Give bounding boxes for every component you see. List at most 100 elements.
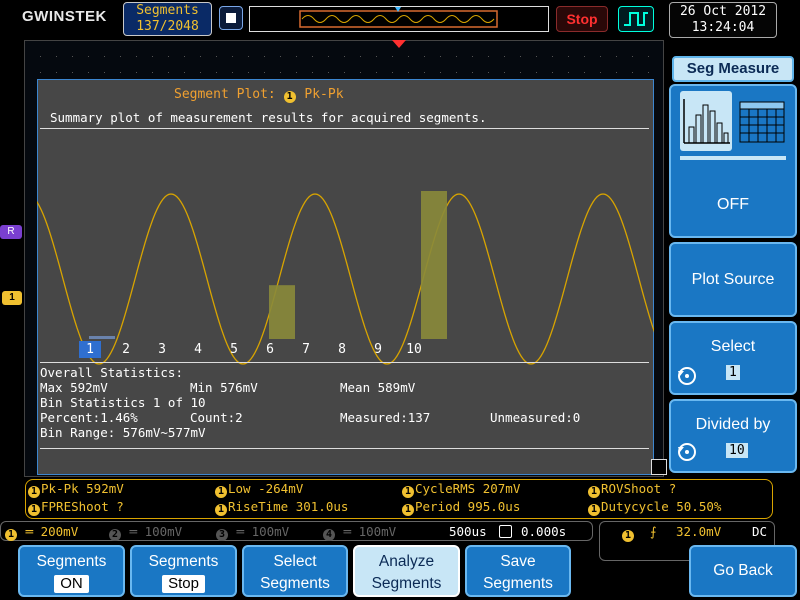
- ch4-status[interactable]: 4 ═ 100mV: [323, 524, 396, 541]
- stat-mean: Mean 589mV: [340, 380, 416, 395]
- ch2-status[interactable]: 2 ═ 100mV: [109, 524, 182, 541]
- ch1-icon: 1: [402, 486, 414, 498]
- trigger-level: 32.0mV: [676, 524, 722, 539]
- softkey-segments-on[interactable]: Segments ON: [18, 545, 125, 597]
- measurement-item[interactable]: 1 CycleRMS 207mV: [402, 481, 520, 498]
- table-icon[interactable]: [739, 101, 785, 143]
- measurement-item[interactable]: 1 RiseTime 301.0us: [215, 499, 348, 516]
- histogram-bar[interactable]: [421, 191, 447, 339]
- bin-label[interactable]: 8: [331, 341, 353, 358]
- softkey-go-back[interactable]: Go Back: [689, 545, 797, 597]
- ch1-ground-marker[interactable]: 1: [2, 291, 22, 305]
- measurement-item[interactable]: 1 ROVShoot ?: [588, 481, 676, 498]
- bin-label[interactable]: 1: [79, 341, 101, 358]
- softkey-line1: Segments: [36, 553, 107, 570]
- stat-bin-range: Bin Range: 576mV~577mV: [40, 425, 206, 440]
- softkey-line2: Segments: [371, 575, 442, 592]
- stat-count: Count:2: [190, 410, 243, 425]
- datetime-display: 26 Oct 2012 13:24:04: [669, 2, 777, 38]
- rising-edge-icon: ⨍: [650, 524, 657, 539]
- bin-stats-title: Bin Statistics 1 of 10: [40, 395, 206, 410]
- ch1-icon: 1: [402, 504, 414, 516]
- select-label: Select: [710, 338, 756, 355]
- plot-mode-button[interactable]: OFF: [669, 84, 797, 238]
- rotate-knob-icon: [676, 441, 698, 468]
- statistics-block: Overall Statistics: Max 592mV Min 576mV …: [40, 365, 640, 440]
- softkey-line1: Select: [273, 553, 317, 570]
- divided-value[interactable]: 10: [726, 443, 748, 458]
- ch1-icon: 1: [588, 504, 600, 516]
- segments-indicator: Segments 137/2048: [123, 2, 212, 36]
- selection-underline: [680, 156, 786, 160]
- horizontal-position[interactable]: 0.000s: [521, 524, 566, 539]
- ch1-icon: 1: [215, 504, 227, 516]
- softkey-select-segments[interactable]: Select Segments: [242, 545, 348, 597]
- select-bin-button[interactable]: Select 1: [669, 321, 797, 395]
- ch1-status[interactable]: 1 ═ 200mV: [5, 524, 78, 541]
- waveform-overview[interactable]: [249, 6, 549, 32]
- divided-by-button[interactable]: Divided by 10: [669, 399, 797, 473]
- stat-measured: Measured:137: [340, 410, 431, 425]
- bin-label[interactable]: 7: [295, 341, 317, 358]
- ch1-scale: 200mV: [40, 524, 79, 539]
- stat-unmeasured: Unmeasured:0: [490, 410, 581, 425]
- plot-measurement: Pk-Pk: [304, 87, 344, 102]
- stat-min: Min 576mV: [190, 380, 258, 395]
- ch3-status[interactable]: 3 ═ 100mV: [216, 524, 289, 541]
- bin-label[interactable]: 3: [151, 341, 173, 358]
- histogram-bar[interactable]: [269, 285, 295, 339]
- measurement-item[interactable]: 1 Pk-Pk 592mV: [28, 481, 124, 498]
- ch1-icon: 1: [215, 486, 227, 498]
- ch3-scale: 100mV: [251, 524, 290, 539]
- plot-source-button[interactable]: Plot Source: [669, 242, 797, 317]
- bin-label[interactable]: 4: [187, 341, 209, 358]
- measurement-value: CycleRMS 207mV: [415, 481, 521, 496]
- histogram-bar[interactable]: [89, 336, 115, 339]
- seg-measure-title: Seg Measure: [672, 56, 794, 82]
- run-state-button[interactable]: Stop: [556, 6, 608, 32]
- bin-label[interactable]: 9: [367, 341, 389, 358]
- softkey-line2: ON: [54, 575, 89, 593]
- measurement-item[interactable]: 1 Dutycycle 50.50%: [588, 499, 721, 516]
- divided-label: Divided by: [695, 416, 771, 433]
- bin-label[interactable]: 10: [403, 341, 425, 358]
- softkey-line2: Segments: [483, 575, 553, 592]
- bin-label[interactable]: 2: [115, 341, 137, 358]
- plot-title-prefix: Segment Plot:: [174, 87, 276, 102]
- softkey-line2: Stop: [162, 575, 205, 593]
- panel-corner-icon: [651, 459, 667, 475]
- date-text: 26 Oct 2012: [679, 4, 767, 19]
- histogram-icon[interactable]: [680, 91, 732, 151]
- softkey-segments-stop[interactable]: Segments Stop: [130, 545, 237, 597]
- measurement-value: Low -264mV: [228, 481, 304, 496]
- ch2-icon: 2: [109, 529, 121, 541]
- select-value[interactable]: 1: [726, 365, 740, 380]
- measurement-item[interactable]: 1 Period 995.0us: [402, 499, 520, 516]
- measurement-value: FPREShoot ?: [41, 499, 124, 514]
- stat-percent: Percent:1.46%: [40, 410, 138, 425]
- bin-label[interactable]: 5: [223, 341, 245, 358]
- divider: [40, 448, 649, 449]
- divider: [40, 362, 649, 363]
- time-text: 13:24:04: [691, 20, 755, 35]
- measurement-value: Dutycycle 50.50%: [601, 499, 722, 514]
- plot-source-label: Plot Source: [691, 271, 775, 288]
- softkey-line1: Save: [500, 553, 536, 570]
- run-stop-square-icon[interactable]: [219, 6, 243, 30]
- ch1-icon: 1: [28, 486, 40, 498]
- softkey-save-segments[interactable]: Save Segments: [465, 545, 571, 597]
- bin-label[interactable]: 6: [259, 341, 281, 358]
- measurement-item[interactable]: 1 Low -264mV: [215, 481, 303, 498]
- segments-count: 137/2048: [136, 19, 199, 34]
- ch1-icon: 1: [5, 529, 17, 541]
- timebase[interactable]: 500us: [449, 524, 487, 539]
- softkey-line2: Segments: [260, 575, 330, 592]
- ch1-icon: 1: [588, 486, 600, 498]
- measurement-item[interactable]: 1 FPREShoot ?: [28, 499, 124, 516]
- trigger-coupling: DC: [752, 524, 768, 539]
- segment-plot-title: Segment Plot: 1 Pk-Pk: [174, 87, 344, 103]
- trigger-mode-icon[interactable]: [618, 6, 654, 32]
- softkey-analyze-segments[interactable]: Analyze Segments: [353, 545, 460, 597]
- divider: [40, 128, 649, 129]
- segments-label: Segments: [136, 3, 199, 18]
